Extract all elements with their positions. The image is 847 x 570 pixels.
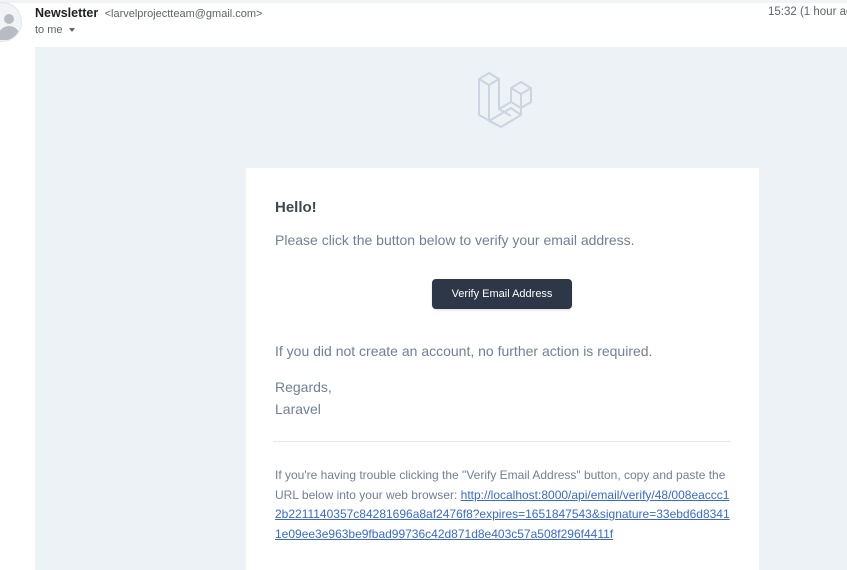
recipient-label: to me: [35, 24, 63, 36]
email-outro-text: If you did not create an account, no fur…: [275, 343, 653, 359]
header-divider: [0, 0, 847, 3]
email-salutation: Regards,: [275, 379, 332, 395]
email-timestamp: 15:32 (1 hour ag: [768, 6, 847, 18]
subcopy-divider: [273, 441, 730, 442]
email-content-card: Hello! Please click the button below to …: [246, 168, 759, 570]
email-subcopy: If you're having trouble clicking the "V…: [275, 466, 735, 544]
email-body: Hello! Please click the button below to …: [35, 47, 847, 570]
email-greeting: Hello!: [275, 199, 317, 216]
avatar-person-icon: [4, 14, 14, 24]
sender-line: Newsletter <larvelprojectteam@gmail.com>: [35, 6, 262, 21]
sender-email: <larvelprojectteam@gmail.com>: [104, 8, 263, 20]
email-signature: Laravel: [275, 401, 321, 417]
caret-down-icon: [68, 28, 75, 33]
recipient-details-toggle[interactable]: to me: [35, 24, 75, 36]
laravel-logo-icon: [478, 72, 532, 128]
verify-email-button[interactable]: Verify Email Address: [432, 279, 572, 309]
email-intro-text: Please click the button below to verify …: [275, 232, 635, 248]
sender-name[interactable]: Newsletter: [35, 6, 98, 20]
sender-avatar[interactable]: [0, 2, 22, 42]
